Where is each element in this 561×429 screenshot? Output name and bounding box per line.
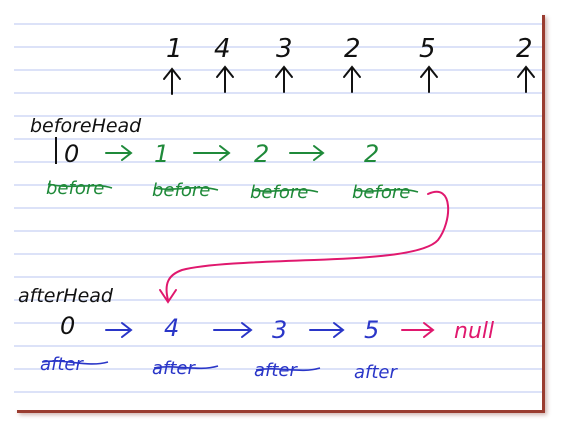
- before-list: beforeHead 0 1 2 2 before before before …: [30, 115, 419, 203]
- right-arrow-icon: [289, 145, 325, 161]
- after-node: 3: [272, 316, 287, 344]
- after-tag: after: [354, 362, 398, 383]
- after-head-label: afterHead: [18, 285, 114, 307]
- notebook-page: 1 4 3 2 5 2 beforeHead 0 1 2 2 before be…: [14, 12, 542, 410]
- up-arrow-icon: [163, 67, 181, 95]
- input-value: 3: [276, 34, 293, 64]
- right-arrow-icon: [401, 322, 435, 338]
- input-value: 2: [516, 34, 533, 64]
- up-arrow-icon: [275, 65, 293, 93]
- up-arrow-icon: [343, 65, 361, 93]
- up-arrow-icon: [420, 65, 438, 93]
- before-tag: before: [152, 180, 210, 201]
- after-terminal: null: [454, 319, 494, 344]
- before-tag: before: [352, 182, 410, 203]
- before-tag: before: [250, 182, 308, 203]
- before-node: 2: [254, 140, 269, 168]
- before-tag: before: [46, 178, 104, 199]
- input-value: 2: [344, 34, 361, 64]
- after-node: 5: [364, 316, 379, 344]
- input-row: 1 4 3 2 5 2: [163, 34, 535, 95]
- after-node: 0: [60, 312, 75, 340]
- after-node: 4: [164, 314, 179, 342]
- before-node: 2: [364, 140, 379, 168]
- after-tag: after: [40, 354, 84, 375]
- before-node: 1: [154, 140, 169, 168]
- right-arrow-icon: [193, 145, 231, 161]
- input-value: 4: [214, 34, 231, 64]
- input-value: 5: [419, 34, 436, 64]
- diagram-canvas: 1 4 3 2 5 2 beforeHead 0 1 2 2 before be…: [14, 23, 542, 393]
- right-arrow-icon: [105, 145, 133, 161]
- input-value: 1: [166, 34, 183, 64]
- up-arrow-icon: [216, 65, 234, 93]
- right-arrow-icon: [309, 322, 345, 338]
- up-arrow-icon: [517, 65, 535, 93]
- right-arrow-icon: [105, 322, 133, 338]
- before-node: 0: [64, 140, 79, 168]
- right-arrow-icon: [213, 322, 253, 338]
- before-head-label: beforeHead: [30, 115, 142, 137]
